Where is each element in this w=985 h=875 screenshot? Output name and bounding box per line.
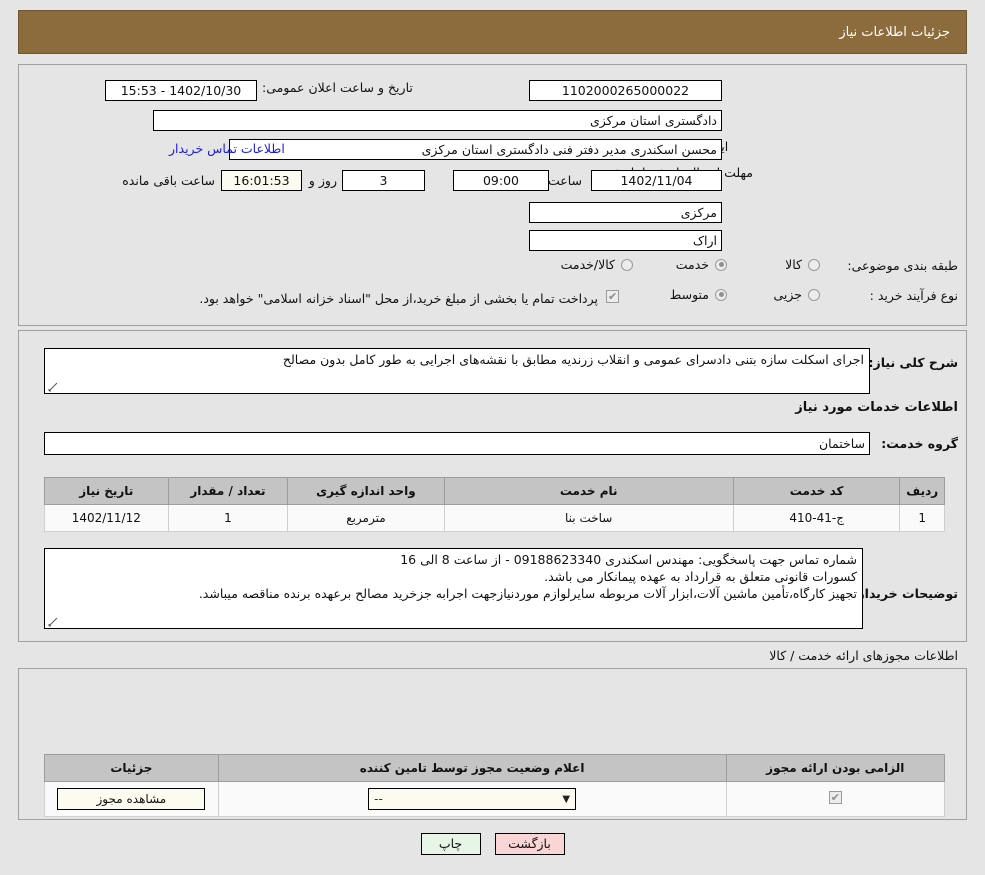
cell-qty: 1	[167, 504, 289, 532]
announce-date-row: تاریخ و ساعت اعلان عمومی:	[262, 80, 413, 95]
back-button[interactable]: بازگشت	[494, 833, 565, 855]
service-group-field[interactable]: ساختمان	[44, 432, 870, 455]
category-radio-group-3: کالا/خدمت	[557, 257, 633, 272]
remaining-time-field[interactable]: 16:01:53	[221, 170, 302, 191]
chevron-down-icon: ▼	[562, 793, 571, 805]
cell-permit-status: ▼ --	[217, 781, 727, 817]
cell-permit-required	[725, 781, 946, 817]
deadline-hour-field[interactable]: 09:00	[453, 170, 549, 191]
permits-caption: اطلاعات مجوزهای ارائه خدمت / کالا	[769, 648, 958, 663]
col-unit: واحد اندازه گیری	[287, 477, 445, 505]
province-field[interactable]: مرکزی	[529, 202, 722, 223]
category-radio-group: کالا	[781, 257, 820, 272]
footer-buttons: بازگشت چاپ	[0, 833, 985, 855]
col-code: کد خدمت	[732, 477, 901, 505]
category-option-label-2: کالا/خدمت	[560, 257, 615, 272]
permit-required-checkbox[interactable]	[828, 790, 842, 805]
resize-grip-icon[interactable]	[48, 617, 58, 627]
buyer-notes-label: توضیحات خریدار:	[852, 586, 958, 601]
city-field[interactable]: اراک	[529, 230, 722, 251]
announce-date-field[interactable]: 15:53 - 1402/10/30	[105, 80, 257, 101]
print-button[interactable]: چاپ	[420, 833, 481, 855]
treasury-checkbox[interactable]	[606, 289, 619, 304]
announce-date-label: تاریخ و ساعت اعلان عمومی:	[262, 80, 413, 95]
cell-name: ساخت بنا	[443, 504, 734, 532]
permit-status-value: --	[374, 792, 383, 806]
treasury-text: پرداخت تمام یا بخشی از مبلغ خرید،از محل …	[199, 291, 598, 306]
permit-status-select[interactable]: ▼ --	[368, 788, 577, 810]
services-table: ردیف کد خدمت نام خدمت واحد اندازه گیری ت…	[44, 477, 945, 532]
services-heading: اطلاعات خدمات مورد نیاز	[795, 400, 958, 415]
category-radio-kala-khedmat[interactable]	[621, 258, 633, 271]
need-number-field[interactable]: 1102000265000022	[529, 80, 722, 101]
cell-code: ج-41-410	[732, 504, 901, 532]
buyer-org-field[interactable]: دادگستری استان مرکزی	[153, 110, 722, 131]
buyer-notes-line-1: کسورات قانونی متعلق به قرارداد به عهده پ…	[544, 569, 857, 584]
process-radio-group: جزیی	[769, 287, 820, 302]
col-date: تاریخ نیاز	[44, 477, 169, 505]
tender-details-page: AriaTender.net جزئیات اطلاعات نیاز شماره…	[0, 0, 985, 875]
need-info-panel	[18, 64, 967, 326]
buyer-contact-link[interactable]: اطلاعات تماس خریدار	[169, 141, 285, 156]
col-permit-details: جزئیات	[44, 754, 219, 782]
table-row: 1 ج-41-410 ساخت بنا مترمربع 1 1402/11/12	[44, 504, 945, 532]
view-permit-button[interactable]: مشاهده مجوز	[57, 788, 206, 810]
buyer-notes-textarea[interactable]: شماره تماس جهت پاسخگویی: مهندس اسکندری 0…	[44, 548, 863, 629]
process-option-label-0: جزیی	[773, 287, 802, 302]
process-radio-group-2: متوسط	[666, 287, 727, 302]
deadline-hour-label: ساعت	[547, 173, 582, 188]
cell-unit: مترمربع	[287, 504, 445, 532]
summary-textarea[interactable]: اجرای اسکلت سازه بتنی دادسرای عمومی و ان…	[44, 348, 870, 394]
table-row: ▼ -- مشاهده مجوز	[44, 781, 946, 817]
buyer-notes-line-2: تجهیز کارگاه،تأمین ماشین آلات،ابزار آلات…	[198, 586, 857, 601]
permits-table: الزامی بودن ارائه مجوز اعلام وضعیت مجوز …	[44, 754, 946, 817]
category-option-label-1: خدمت	[675, 257, 709, 272]
category-label: طبقه بندی موضوعی:	[847, 258, 958, 273]
category-option-label-0: کالا	[785, 257, 802, 272]
services-table-header-row: ردیف کد خدمت نام خدمت واحد اندازه گیری ت…	[44, 477, 945, 505]
resize-grip-icon[interactable]	[48, 382, 58, 392]
col-qty: تعداد / مقدار	[167, 477, 289, 505]
creator-field[interactable]: محسن اسکندری مدیر دفتر فنی دادگستری استا…	[229, 139, 722, 160]
col-permit-required: الزامی بودن ارائه مجوز	[725, 754, 946, 782]
permits-table-header-row: الزامی بودن ارائه مجوز اعلام وضعیت مجوز …	[44, 754, 946, 782]
cell-date: 1402/11/12	[44, 504, 169, 532]
cell-permit-details: مشاهده مجوز	[44, 781, 219, 817]
process-radio-jozii[interactable]	[808, 288, 820, 301]
process-label: نوع فرآیند خرید :	[869, 288, 958, 303]
category-radio-group-2: خدمت	[672, 257, 727, 272]
process-option-label-1: متوسط	[669, 287, 709, 302]
summary-text: اجرای اسکلت سازه بتنی دادسرای عمومی و ان…	[282, 352, 864, 367]
buyer-notes-line-0: شماره تماس جهت پاسخگویی: مهندس اسکندری 0…	[400, 552, 857, 567]
remaining-days-field[interactable]: 3	[342, 170, 425, 191]
remaining-time-label: ساعت باقی مانده	[122, 173, 215, 188]
deadline-date-field[interactable]: 1402/11/04	[591, 170, 722, 191]
cell-radif: 1	[899, 504, 945, 532]
category-radio-khedmat[interactable]	[715, 258, 727, 271]
service-group-label: گروه خدمت:	[881, 436, 958, 451]
col-name: نام خدمت	[443, 477, 734, 505]
remaining-days-label: روز و	[308, 173, 337, 188]
page-title: جزئیات اطلاعات نیاز	[839, 24, 950, 40]
col-permit-status: اعلام وضعیت مجوز توسط تامین کننده	[217, 754, 727, 782]
col-radif: ردیف	[899, 477, 945, 505]
category-radio-kala[interactable]	[808, 258, 820, 271]
window-title-bar: جزئیات اطلاعات نیاز	[18, 10, 967, 54]
process-radio-motavasset[interactable]	[715, 288, 727, 301]
summary-label: شرح کلی نیاز:	[868, 355, 958, 370]
